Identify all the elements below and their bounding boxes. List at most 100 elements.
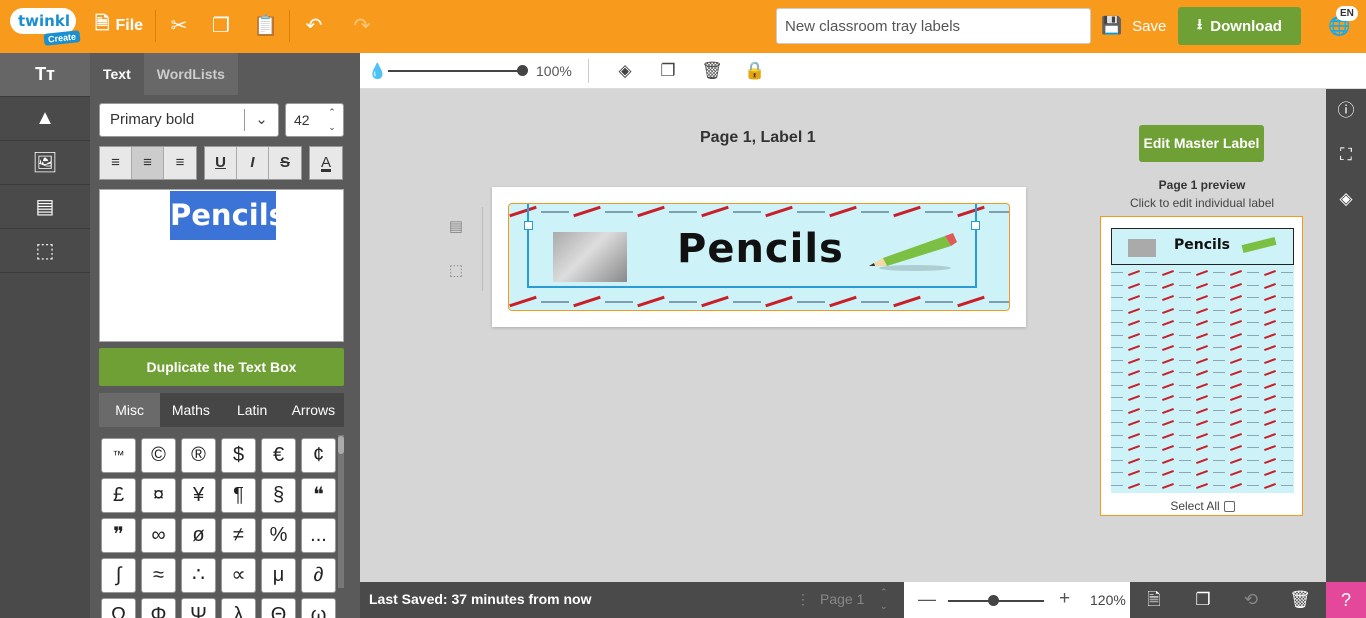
duplicate-icon[interactable]: ❐ xyxy=(657,60,679,82)
symbol-scrollbar[interactable] xyxy=(338,435,344,588)
symbol-tab-misc[interactable]: Misc xyxy=(99,393,161,427)
language-selector[interactable]: 🌐 EN xyxy=(1326,6,1360,42)
zoom-slider-handle[interactable] xyxy=(988,595,999,606)
text-color-icon[interactable]: A xyxy=(310,147,342,179)
select-all-toggle[interactable]: Select All xyxy=(1101,499,1304,513)
symbol-key[interactable]: ¤ xyxy=(141,478,176,513)
pencils-photo[interactable] xyxy=(553,232,627,282)
preview-label-1[interactable]: Pencils xyxy=(1111,228,1294,265)
tray-label[interactable]: Pencils xyxy=(508,203,1010,311)
reset-page-icon[interactable]: ⟲ xyxy=(1240,589,1262,611)
underline-icon[interactable]: U xyxy=(205,147,237,179)
symbol-key[interactable]: £ xyxy=(101,478,136,513)
symbol-tab-maths[interactable]: Maths xyxy=(160,393,221,427)
symbol-key[interactable]: ≈ xyxy=(141,558,176,593)
text-tool-icon[interactable]: Tт xyxy=(0,53,90,97)
symbol-key[interactable]: ø xyxy=(181,518,216,553)
symbol-key[interactable]: % xyxy=(261,518,296,553)
symbol-key[interactable]: ∝ xyxy=(221,558,256,593)
opacity-slider[interactable] xyxy=(388,70,524,72)
symbol-key[interactable]: € xyxy=(261,438,296,473)
preview-pattern-pencil xyxy=(1179,284,1191,286)
copy-icon[interactable]: ❐ xyxy=(209,14,233,38)
more-vertical-icon[interactable]: ⋮ xyxy=(796,591,810,608)
preview-pattern-pencil xyxy=(1247,422,1259,423)
edit-master-label-button[interactable]: Edit Master Label xyxy=(1139,125,1264,162)
align-right-icon[interactable]: ≡ xyxy=(164,147,196,179)
symbol-key[interactable]: ❞ xyxy=(101,518,136,553)
symbol-key[interactable]: ¶ xyxy=(221,478,256,513)
label-text[interactable]: Pencils xyxy=(677,226,844,272)
symbol-key[interactable]: ¥ xyxy=(181,478,216,513)
border-tool-icon[interactable]: ⬚ xyxy=(0,229,90,273)
symbol-key[interactable]: § xyxy=(261,478,296,513)
add-page-icon[interactable]: 🗎 xyxy=(1143,589,1165,611)
tab-text[interactable]: Text xyxy=(90,53,144,95)
page-spinner-icon[interactable]: ⌃ ⌄ xyxy=(880,585,888,613)
symbol-key[interactable]: ™ xyxy=(101,438,136,473)
italic-icon[interactable]: I xyxy=(237,147,269,179)
symbol-key[interactable]: ∴ xyxy=(181,558,216,593)
border-tool-icon[interactable]: ⬚ xyxy=(446,261,466,281)
symbol-key[interactable]: ω xyxy=(301,598,336,618)
undo-icon[interactable]: ↶ xyxy=(302,14,326,38)
symbol-key[interactable]: μ xyxy=(261,558,296,593)
symbol-key[interactable]: $ xyxy=(221,438,256,473)
paste-icon[interactable]: 📋 xyxy=(253,14,278,38)
pencil-clipart[interactable] xyxy=(865,232,961,272)
select-all-checkbox[interactable] xyxy=(1223,501,1235,512)
strikethrough-icon[interactable]: S xyxy=(269,147,301,179)
help-button[interactable]: ? xyxy=(1326,582,1366,618)
file-menu-button[interactable]: 🗎 File xyxy=(95,13,143,39)
layers-icon[interactable]: ◈ xyxy=(1326,177,1366,221)
symbol-tab-latin[interactable]: Latin xyxy=(222,393,283,427)
scrollbar-thumb[interactable] xyxy=(338,436,344,454)
symbol-key[interactable]: Ω xyxy=(101,598,136,618)
lock-icon[interactable]: 🔒 xyxy=(744,60,766,82)
shapes-tool-icon[interactable]: ▲ xyxy=(0,97,90,141)
document-title-input[interactable] xyxy=(776,8,1091,44)
resize-handle[interactable] xyxy=(524,221,533,230)
symbol-key[interactable]: Φ xyxy=(141,598,176,618)
symbol-key[interactable]: ≠ xyxy=(221,518,256,553)
font-size-stepper[interactable]: 42 ⌃ ⌄ xyxy=(285,103,344,137)
symbol-key[interactable]: ∫ xyxy=(101,558,136,593)
symbol-key[interactable]: Ψ xyxy=(181,598,216,618)
resize-handle[interactable] xyxy=(971,221,980,230)
delete-page-icon[interactable]: 🗑 xyxy=(1289,589,1311,611)
align-left-icon[interactable]: ≡ xyxy=(100,147,132,179)
layers-icon[interactable]: ◈ xyxy=(614,60,636,82)
selected-text[interactable]: Pencils xyxy=(170,191,286,240)
symbol-key[interactable]: ... xyxy=(301,518,336,553)
tab-wordlists[interactable]: WordLists xyxy=(143,53,238,95)
align-center-icon[interactable]: ≡ xyxy=(132,147,164,179)
opacity-slider-handle[interactable] xyxy=(517,65,528,76)
download-button[interactable]: ⭳ Download xyxy=(1178,7,1301,45)
duplicate-page-icon[interactable]: ❐ xyxy=(1192,589,1214,611)
spinner-arrows-icon[interactable]: ⌃ ⌄ xyxy=(325,105,339,135)
redo-icon[interactable]: ↷ xyxy=(350,14,374,38)
symbol-key[interactable]: ❝ xyxy=(301,478,336,513)
symbol-key[interactable]: © xyxy=(141,438,176,473)
symbol-key[interactable]: ∞ xyxy=(141,518,176,553)
image-tool-icon[interactable]: 🖼 xyxy=(0,141,90,185)
background-pattern-icon[interactable]: ▤ xyxy=(446,217,466,237)
twinkl-create-logo[interactable]: twinkl Create xyxy=(10,6,81,46)
info-icon[interactable]: ⓘ xyxy=(1326,89,1366,133)
zoom-out-icon[interactable]: — xyxy=(918,589,936,610)
font-family-select[interactable]: Primary bold ⌄ xyxy=(99,103,279,137)
background-pattern-icon[interactable]: ▤ xyxy=(0,185,90,229)
symbol-key[interactable]: λ xyxy=(221,598,256,618)
cut-icon[interactable]: ✂ xyxy=(167,14,191,38)
delete-icon[interactable]: 🗑 xyxy=(701,60,723,82)
symbol-key[interactable]: ® xyxy=(181,438,216,473)
text-editor[interactable]: Pencils xyxy=(99,189,344,342)
symbol-key[interactable]: Θ xyxy=(261,598,296,618)
fit-screen-icon[interactable]: ⛶ xyxy=(1326,133,1366,177)
symbol-key[interactable]: ¢ xyxy=(301,438,336,473)
duplicate-text-box-button[interactable]: Duplicate the Text Box xyxy=(99,348,344,386)
zoom-in-icon[interactable]: + xyxy=(1059,588,1070,610)
save-button[interactable]: 💾 Save xyxy=(1101,13,1166,39)
symbol-tab-arrows[interactable]: Arrows xyxy=(283,393,344,427)
symbol-key[interactable]: ∂ xyxy=(301,558,336,593)
